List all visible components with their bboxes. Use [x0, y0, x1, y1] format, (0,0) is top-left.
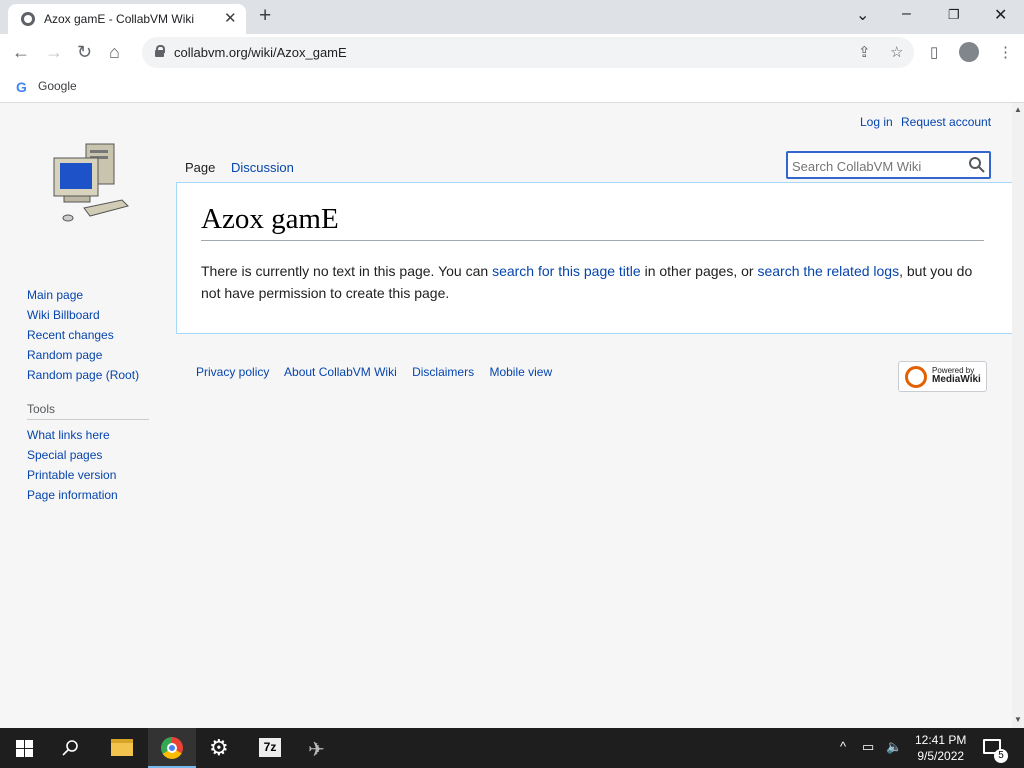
restore-button[interactable]: ❐ [948, 7, 960, 23]
clock-date: 9/5/2022 [917, 749, 965, 763]
scroll-down-icon[interactable]: ▼ [1014, 715, 1022, 724]
close-window-button[interactable]: ✕ [994, 5, 1007, 25]
windows-taskbar: ⚙ 7z ✈ ^ ▭ 🔈 12:41 PM 9/5/2022 5 [0, 728, 1024, 768]
bookmark-google[interactable]: Google [38, 79, 77, 93]
address-bar[interactable]: collabvm.org/wiki/Azox_gamE ⇪ ☆ [142, 37, 914, 68]
tab-discussion[interactable]: Discussion [231, 160, 294, 180]
share-icon[interactable]: ⇪ [858, 43, 871, 61]
bookmark-star-icon[interactable]: ☆ [890, 43, 903, 61]
content-area: Azox gamE There is currently no text in … [176, 182, 1012, 334]
sidebar-item-printable-version[interactable]: Printable version [27, 468, 152, 482]
page-title: Azox gamE [201, 203, 984, 241]
sidebar-item-main-page[interactable]: Main page [27, 288, 152, 302]
bookmarks-bar: G Google [0, 72, 1024, 103]
search-icon[interactable] [968, 156, 986, 174]
browser-toolbar: ← → ↻ ⌂ collabvm.org/wiki/Azox_gamE ⇪ ☆ … [0, 34, 1024, 72]
profile-avatar[interactable] [959, 42, 979, 62]
page-body: There is currently no text in this page.… [201, 260, 985, 304]
gear-icon: ⚙ [209, 735, 229, 760]
page-scrollbar[interactable]: ▲ ▼ [1012, 103, 1024, 728]
footer-privacy-link[interactable]: Privacy policy [196, 365, 269, 379]
footer-disclaimers-link[interactable]: Disclaimers [412, 365, 474, 379]
taskbar-settings[interactable]: ⚙ [196, 728, 244, 768]
sidebar-item-special-pages[interactable]: Special pages [27, 448, 152, 462]
browser-tab-strip: Azox gamE - CollabVM Wiki ✕ + ⌄ – ❐ ✕ [0, 0, 1024, 34]
browser-tab[interactable]: Azox gamE - CollabVM Wiki ✕ [8, 4, 246, 34]
app-icon: ✈ [308, 739, 325, 761]
search-box[interactable] [786, 151, 991, 179]
tab-title: Azox gamE - CollabVM Wiki [44, 12, 195, 26]
lock-icon[interactable] [155, 45, 165, 58]
back-button[interactable]: ← [12, 41, 30, 63]
powered-by-text: Powered by MediaWiki [932, 366, 981, 385]
side-panel-icon[interactable]: ▯ [930, 43, 938, 61]
footer-mobile-link[interactable]: Mobile view [489, 365, 552, 379]
search-title-link[interactable]: search for this page title [492, 263, 641, 279]
request-account-link[interactable]: Request account [901, 115, 991, 129]
powered-line-2: MediaWiki [932, 374, 981, 385]
minimize-button[interactable]: – [902, 5, 911, 23]
tools-heading: Tools [27, 402, 149, 420]
network-icon[interactable]: ▭ [862, 739, 874, 755]
clock[interactable]: 12:41 PM 9/5/2022 [915, 732, 966, 764]
tab-page[interactable]: Page [185, 160, 215, 180]
footer-links: Privacy policy About CollabVM Wiki Discl… [196, 365, 564, 379]
home-button[interactable]: ⌂ [109, 41, 120, 63]
mediawiki-icon [905, 366, 927, 388]
menu-icon[interactable]: ⋮ [998, 43, 1013, 61]
taskbar-file-explorer[interactable] [98, 728, 146, 768]
globe-icon [21, 12, 35, 26]
sidebar-item-page-information[interactable]: Page information [27, 488, 152, 502]
tab-close-button[interactable]: ✕ [224, 9, 237, 27]
tray-chevron-icon[interactable]: ^ [840, 739, 846, 754]
notification-count-badge: 5 [994, 749, 1008, 763]
volume-icon[interactable]: 🔈 [886, 739, 902, 755]
login-link[interactable]: Log in [860, 115, 893, 129]
taskbar-app[interactable]: ✈ [294, 728, 342, 768]
taskbar-7zip[interactable]: 7z [246, 728, 294, 768]
body-text-2: in other pages, or [640, 263, 758, 279]
folder-icon [111, 739, 133, 756]
url-text[interactable]: collabvm.org/wiki/Azox_gamE [174, 45, 347, 60]
tab-search-icon[interactable]: ⌄ [856, 5, 869, 25]
body-text-1: There is currently no text in this page.… [201, 263, 493, 279]
google-icon: G [16, 79, 27, 95]
search-logs-link[interactable]: search the related logs [757, 263, 899, 279]
forward-button[interactable]: → [45, 41, 63, 63]
taskbar-chrome[interactable] [148, 728, 196, 768]
sidebar-item-what-links-here[interactable]: What links here [27, 428, 152, 442]
powered-by-mediawiki[interactable]: Powered by MediaWiki [898, 361, 987, 392]
search-input[interactable] [792, 156, 962, 176]
windows-start-icon[interactable] [16, 740, 33, 757]
new-tab-button[interactable]: + [259, 5, 271, 27]
sidebar-item-recent-changes[interactable]: Recent changes [27, 328, 152, 342]
reload-button[interactable]: ↻ [77, 41, 92, 63]
taskbar-search-icon[interactable] [62, 739, 80, 757]
sidebar-item-random-page[interactable]: Random page [27, 348, 152, 362]
sidebar: Main page Wiki Billboard Recent changes … [27, 288, 152, 508]
7zip-icon: 7z [259, 738, 281, 757]
scroll-up-icon[interactable]: ▲ [1014, 105, 1022, 114]
wiki-page: Log in Request account Page Discussion A… [0, 103, 1012, 728]
sidebar-item-random-page-root[interactable]: Random page (Root) [27, 368, 152, 382]
footer-about-link[interactable]: About CollabVM Wiki [284, 365, 397, 379]
wiki-logo[interactable] [50, 138, 130, 228]
clock-time: 12:41 PM [915, 733, 967, 747]
sidebar-item-wiki-billboard[interactable]: Wiki Billboard [27, 308, 152, 322]
